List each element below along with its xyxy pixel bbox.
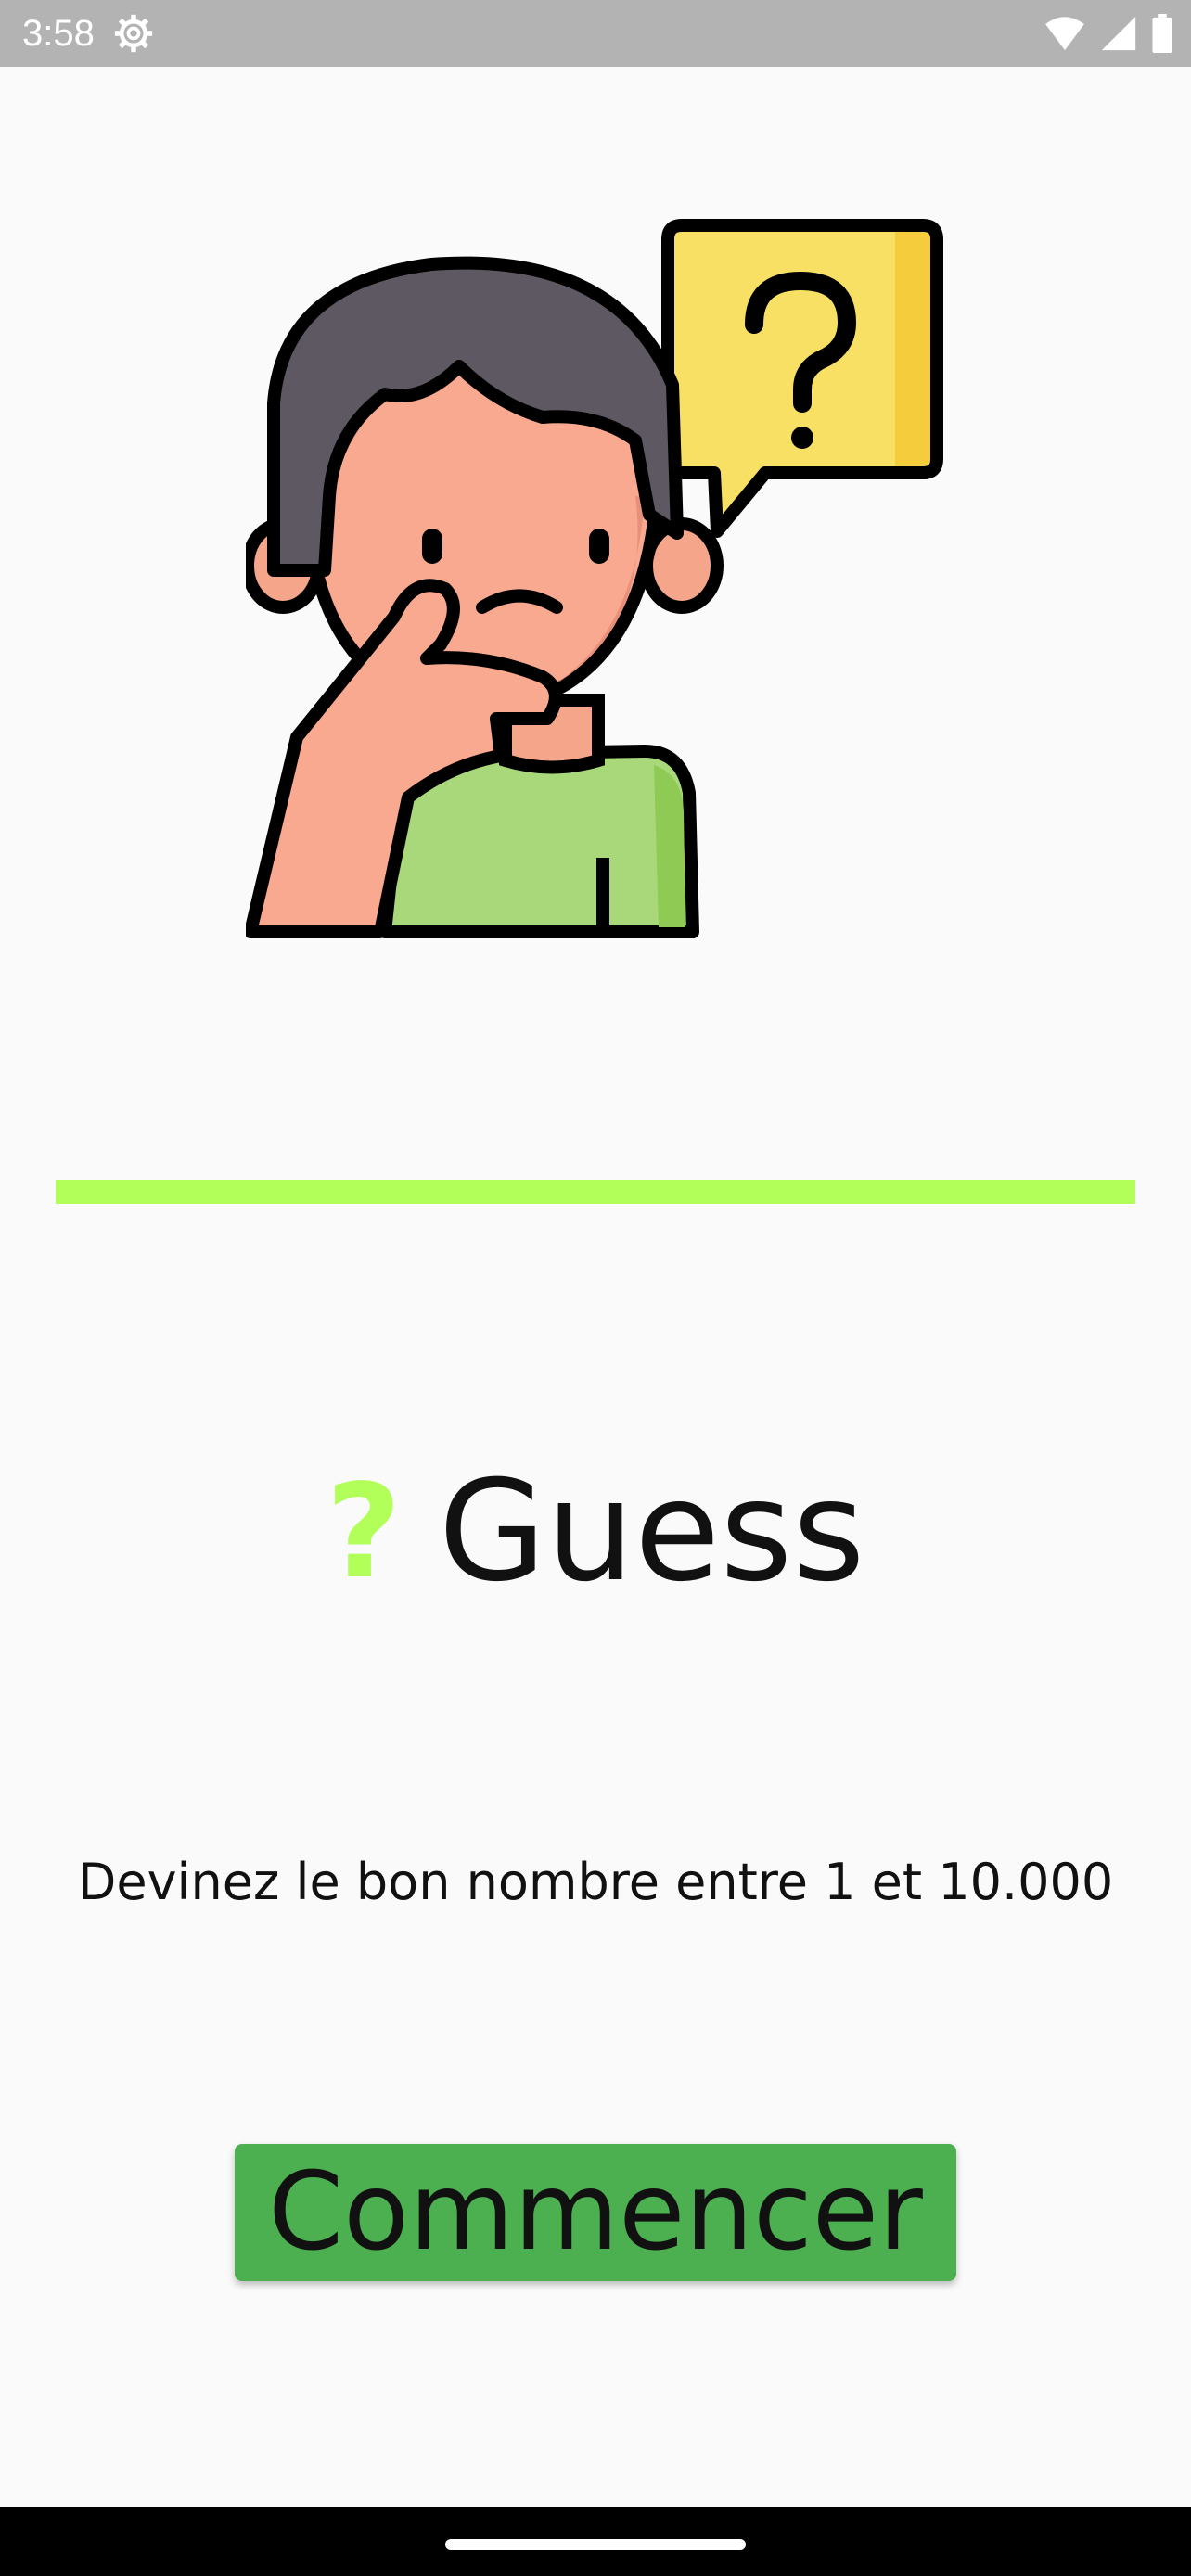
status-time: 3:58 xyxy=(22,13,95,54)
title-text: Guess xyxy=(438,1451,865,1613)
navigation-bar xyxy=(0,2507,1191,2576)
signal-icon xyxy=(1101,16,1136,51)
accent-divider xyxy=(56,1180,1135,1204)
status-icons xyxy=(1044,13,1172,54)
settings-icon xyxy=(114,14,153,53)
app-title: ? Guess xyxy=(0,1451,1191,1613)
battery-icon xyxy=(1152,14,1172,53)
question-bubble-icon xyxy=(661,219,943,538)
question-mark-icon: ? xyxy=(326,1456,402,1608)
wifi-icon xyxy=(1045,17,1084,51)
status-bar: 3:58 xyxy=(0,0,1191,67)
home-gesture-handle[interactable] xyxy=(445,2539,746,2550)
start-button[interactable]: Commencer xyxy=(235,2144,956,2281)
thinking-person-icon xyxy=(246,219,943,938)
instructions-text: Devinez le bon nombre entre 1 et 10.000 xyxy=(77,1853,1114,1911)
